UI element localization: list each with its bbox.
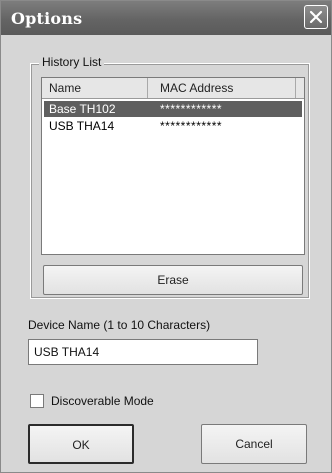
close-button[interactable] [304,5,328,29]
history-list[interactable]: Name MAC Address Base TH102 ************… [41,77,305,255]
discoverable-mode-label[interactable]: Discoverable Mode [51,394,154,408]
column-header-name[interactable]: Name [42,78,148,98]
item-name: USB THA14 [49,119,115,133]
cancel-button[interactable]: Cancel [201,424,307,464]
ok-button[interactable]: OK [28,424,134,464]
device-name-label: Device Name (1 to 10 Characters) [28,318,211,332]
erase-button[interactable]: Erase [43,265,303,295]
item-mac-address: ************ [160,102,223,116]
title-bar[interactable]: Options [1,1,331,35]
item-name: Base TH102 [49,102,116,116]
history-list-label: History List [39,55,105,69]
list-item[interactable]: Base TH102 ************ [44,101,302,117]
options-dialog: Options History List Name MAC Address Ba… [0,0,332,473]
discoverable-mode-checkbox[interactable] [30,394,44,408]
window-title: Options [11,9,83,28]
close-icon [309,10,323,24]
item-mac-address: ************ [160,119,223,133]
column-header-mac-address[interactable]: MAC Address [148,78,296,98]
list-item[interactable]: USB THA14 ************ [44,118,302,134]
list-header: Name MAC Address [42,78,304,99]
device-name-field[interactable]: USB THA14 [28,339,258,365]
